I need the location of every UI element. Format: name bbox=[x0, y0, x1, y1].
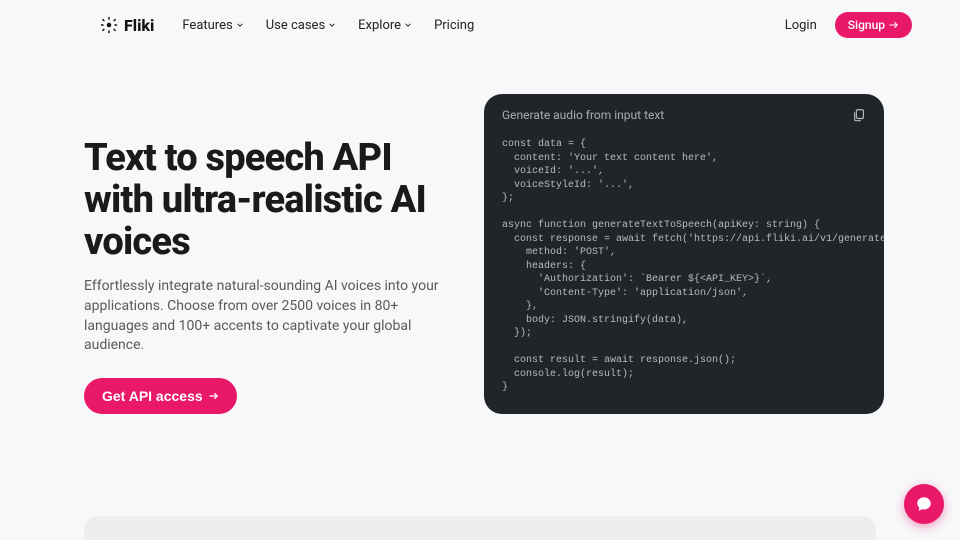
hero-title: Text to speech API with ultra-realistic … bbox=[84, 138, 464, 263]
cta-label: Get API access bbox=[102, 388, 203, 404]
cta-button[interactable]: Get API access bbox=[84, 378, 237, 414]
brand-name: Fliki bbox=[124, 16, 154, 35]
hero-subtitle: Effortlessly integrate natural-sounding … bbox=[84, 277, 444, 355]
code-body: const data = { content: 'Your text conte… bbox=[484, 132, 884, 413]
code-title: Generate audio from input text bbox=[502, 108, 664, 122]
nav-label: Features bbox=[182, 18, 232, 33]
nav-explore[interactable]: Explore bbox=[358, 18, 412, 33]
secondary-panel bbox=[84, 516, 876, 540]
nav-label: Pricing bbox=[434, 18, 474, 33]
nav-label: Use cases bbox=[266, 18, 325, 33]
chevron-down-icon bbox=[404, 21, 412, 29]
chevron-down-icon bbox=[236, 21, 244, 29]
hero-copy: Text to speech API with ultra-realistic … bbox=[84, 94, 464, 414]
arrow-right-icon bbox=[889, 21, 899, 29]
nav-features[interactable]: Features bbox=[182, 18, 243, 33]
nav-label: Explore bbox=[358, 18, 401, 33]
signup-label: Signup bbox=[848, 18, 885, 32]
chevron-down-icon bbox=[328, 21, 336, 29]
code-sample-panel: Generate audio from input text const dat… bbox=[484, 94, 884, 414]
login-link[interactable]: Login bbox=[785, 18, 817, 33]
site-header: Fliki Features Use cases Explore Pricing… bbox=[0, 0, 960, 50]
chat-launcher[interactable] bbox=[904, 484, 944, 524]
hero-section: Text to speech API with ultra-realistic … bbox=[0, 50, 960, 414]
site-logo[interactable]: Fliki bbox=[100, 16, 154, 35]
nav-pricing[interactable]: Pricing bbox=[434, 18, 474, 33]
signup-button[interactable]: Signup bbox=[835, 12, 912, 38]
chat-icon bbox=[915, 495, 933, 513]
logo-icon bbox=[100, 16, 118, 34]
code-header: Generate audio from input text bbox=[484, 94, 884, 132]
arrow-right-icon bbox=[209, 392, 219, 400]
header-actions: Login Signup bbox=[785, 12, 912, 38]
primary-nav: Features Use cases Explore Pricing bbox=[182, 18, 784, 33]
copy-icon[interactable] bbox=[852, 108, 866, 122]
nav-use-cases[interactable]: Use cases bbox=[266, 18, 336, 33]
